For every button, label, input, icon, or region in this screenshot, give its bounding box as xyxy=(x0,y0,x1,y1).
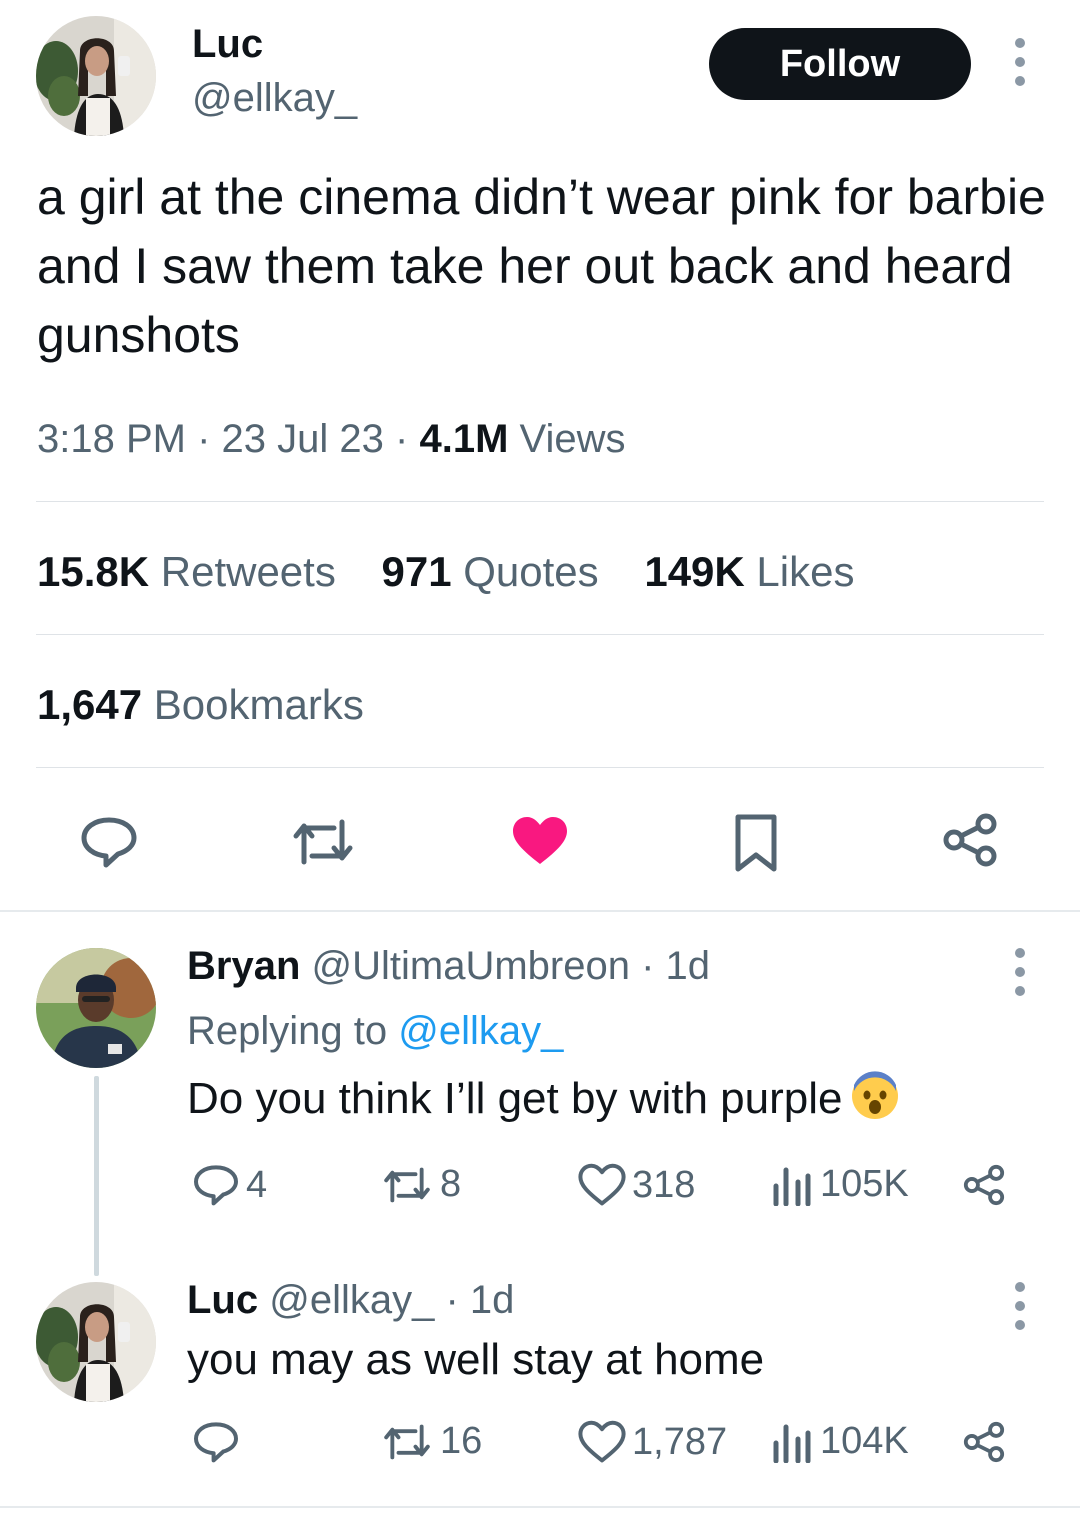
tweet-date[interactable]: 23 Jul 23 xyxy=(222,417,384,461)
reply-text: you may as well stay at home xyxy=(187,1335,765,1384)
bookmark-icon xyxy=(735,814,777,872)
reply-retweet-count: 8 xyxy=(440,1163,462,1205)
reply-more-options-icon[interactable] xyxy=(1005,1276,1035,1336)
share-icon xyxy=(963,1164,1005,1206)
reply-views-action[interactable]: 104K xyxy=(770,1420,909,1463)
more-options-icon[interactable] xyxy=(1005,32,1035,92)
views-count: 4.1M xyxy=(419,417,509,461)
reply-views-count: 104K xyxy=(820,1420,909,1462)
reply-author-name[interactable]: Bryan xyxy=(187,944,300,988)
comment-icon xyxy=(194,1422,238,1463)
section-divider xyxy=(0,1506,1080,1508)
reply-comment-action[interactable]: 4 xyxy=(192,1163,267,1207)
reply-age: · 1d xyxy=(641,944,711,988)
like-button[interactable] xyxy=(508,810,572,872)
reply-views-action[interactable]: 105K xyxy=(770,1163,909,1206)
comment-icon xyxy=(194,1165,238,1206)
follow-button[interactable]: Follow xyxy=(709,28,971,100)
reply-share-action[interactable] xyxy=(962,1163,1012,1207)
engagement-stats: 15.8K Retweets 971 Quotes 149K Likes xyxy=(37,546,888,598)
reply-like-action[interactable]: 318 xyxy=(578,1163,695,1207)
reply-button[interactable] xyxy=(76,812,142,872)
reply-comment-action[interactable] xyxy=(192,1420,246,1464)
retweet-icon xyxy=(384,1167,430,1202)
reply-author-handle[interactable]: @UltimaUmbreon xyxy=(312,944,630,988)
reply-like-count: 318 xyxy=(632,1163,696,1206)
likes-stat[interactable]: 149K Likes xyxy=(644,548,854,595)
retweet-icon xyxy=(293,819,353,865)
reply-like-action[interactable]: 1,787 xyxy=(578,1420,727,1464)
reply-retweet-action[interactable]: 16 xyxy=(380,1420,482,1463)
quotes-stat[interactable]: 971 Quotes xyxy=(382,548,599,595)
divider xyxy=(36,767,1044,768)
reply-author-handle[interactable]: @ellkay_ xyxy=(269,1278,434,1322)
heart-filled-icon xyxy=(513,817,567,864)
reply-header: Bryan @UltimaUmbreon · 1d xyxy=(187,941,710,991)
share-button[interactable] xyxy=(940,810,1000,870)
retweets-stat[interactable]: 15.8K Retweets xyxy=(37,548,336,595)
meta-separator: · xyxy=(395,417,409,461)
reply-like-count: 1,787 xyxy=(632,1420,728,1463)
tweet-text: a girl at the cinema didn’t wear pink fo… xyxy=(37,169,1046,363)
views-label: Views xyxy=(519,417,626,461)
replying-to-link[interactable]: @ellkay_ xyxy=(398,1009,563,1053)
share-icon xyxy=(963,1421,1005,1463)
reply-avatar[interactable] xyxy=(36,1282,156,1402)
divider xyxy=(36,501,1044,502)
share-icon xyxy=(943,813,997,867)
tweet-time[interactable]: 3:18 PM xyxy=(37,417,186,461)
section-divider xyxy=(0,910,1080,912)
views-chart-icon xyxy=(773,1167,811,1206)
replying-to: Replying to @ellkay_ xyxy=(187,1009,564,1053)
thread-connector xyxy=(94,1076,99,1276)
retweet-icon xyxy=(384,1424,430,1459)
reply-author-name[interactable]: Luc xyxy=(187,1278,258,1322)
divider xyxy=(36,634,1044,635)
bookmarks-stat[interactable]: 1,647 Bookmarks xyxy=(37,679,364,731)
reply-share-action[interactable] xyxy=(962,1420,1012,1464)
bookmark-button[interactable] xyxy=(728,810,784,876)
reply-views-count: 105K xyxy=(820,1163,909,1205)
comment-icon xyxy=(81,817,137,868)
heart-icon xyxy=(578,1420,626,1463)
reply-avatar[interactable] xyxy=(36,948,156,1068)
tweet-meta: 3:18 PM · 23 Jul 23 · 4.1M Views xyxy=(37,414,626,464)
reply-more-options-icon[interactable] xyxy=(1005,942,1035,1002)
heart-icon xyxy=(578,1163,626,1206)
author-handle[interactable]: @ellkay_ xyxy=(192,74,357,122)
meta-separator: · xyxy=(197,417,211,461)
author-name[interactable]: Luc xyxy=(192,20,263,68)
views-chart-icon xyxy=(773,1424,811,1463)
reply-header: Luc @ellkay_ · 1d xyxy=(187,1275,514,1325)
reply-text: Do you think I’ll get by with purple xyxy=(187,1071,900,1127)
reply-retweet-count: 16 xyxy=(440,1420,483,1462)
reply-retweet-action[interactable]: 8 xyxy=(380,1163,461,1206)
reply-comment-count: 4 xyxy=(246,1163,268,1206)
reply-age: · 1d xyxy=(445,1278,515,1322)
author-avatar[interactable] xyxy=(36,16,156,136)
fearful-face-emoji-icon xyxy=(852,1071,899,1119)
retweet-button[interactable] xyxy=(287,812,359,872)
